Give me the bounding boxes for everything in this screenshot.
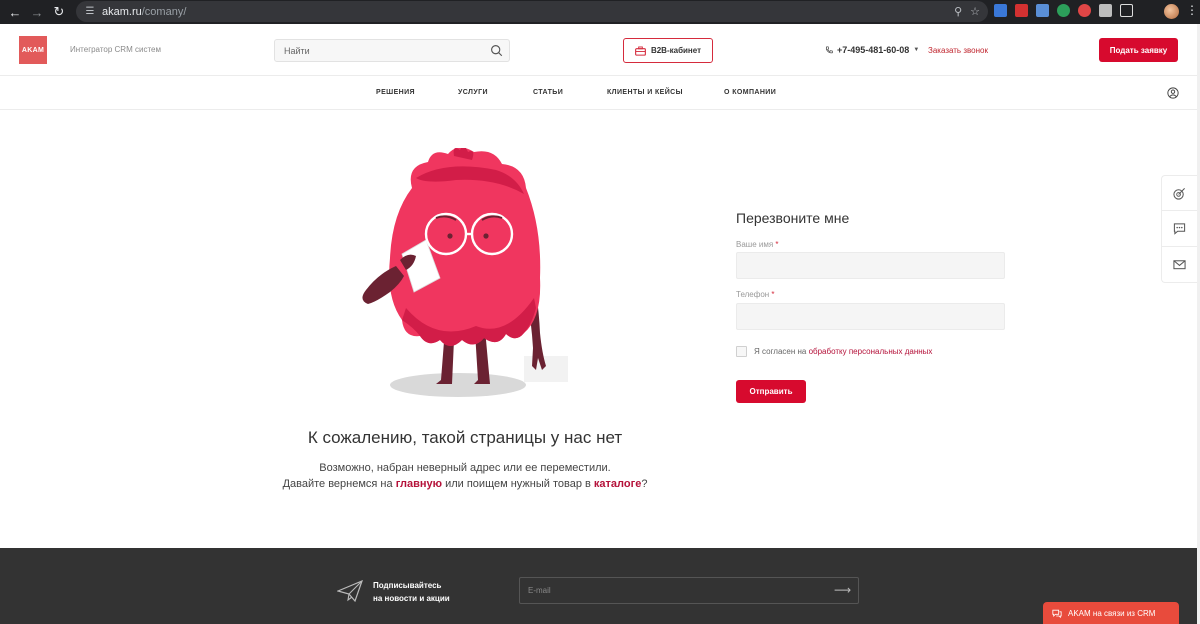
site-header: AKAM Интегратор CRM систем B2B-кабинет +… bbox=[0, 24, 1197, 76]
home-link[interactable]: главную bbox=[396, 478, 442, 490]
logo[interactable]: AKAM bbox=[19, 36, 47, 64]
divider bbox=[1162, 210, 1198, 211]
main-nav: РЕШЕНИЯ УСЛУГИ СТАТЬИ КЛИЕНТЫ И КЕЙСЫ О … bbox=[0, 77, 1197, 110]
b2b-cabinet-button[interactable]: B2B-кабинет bbox=[623, 38, 713, 63]
phone-icon bbox=[825, 46, 833, 54]
subscribe-line-2: на новости и акции bbox=[373, 594, 450, 603]
extension-icon[interactable] bbox=[1015, 4, 1028, 17]
extension-icon[interactable] bbox=[1036, 4, 1049, 17]
url-path: /comany/ bbox=[141, 5, 187, 18]
url-host: akam.ru bbox=[102, 5, 142, 18]
mail-icon[interactable] bbox=[1173, 258, 1186, 271]
phone-label: Телефон * bbox=[736, 290, 775, 299]
search-box bbox=[274, 39, 510, 62]
error-text-part: или поищем нужный товар в bbox=[442, 478, 594, 490]
catalog-link[interactable]: каталоге bbox=[594, 478, 641, 490]
phone-text: +7-495-481-60-08 bbox=[837, 45, 910, 55]
extensions-bar bbox=[994, 4, 1133, 17]
browser-toolbar: ← → ↻ ☰ akam.ru/comany/ ⚲ ☆ ⋮ bbox=[0, 0, 1200, 24]
chat-widget-button[interactable]: AKAM на связи из CRM bbox=[1043, 602, 1179, 624]
site-info-icon[interactable]: ☰ bbox=[80, 6, 100, 17]
apply-button[interactable]: Подать заявку bbox=[1099, 38, 1178, 62]
zoom-icon[interactable]: ⚲ bbox=[954, 5, 962, 18]
privacy-link[interactable]: обработку персональных данных bbox=[809, 347, 933, 356]
consent-row: Я согласен на обработку персональных дан… bbox=[736, 346, 932, 357]
b2b-label: B2B-кабинет bbox=[650, 46, 702, 55]
phone-label-text: Телефон bbox=[736, 290, 770, 299]
profile-avatar[interactable] bbox=[1164, 4, 1179, 19]
back-icon[interactable]: ← bbox=[4, 1, 26, 23]
site-footer: Подписывайтесь на новости и акции ⟶ bbox=[0, 548, 1197, 624]
floating-tools bbox=[1161, 175, 1198, 283]
name-label-text: Ваше имя bbox=[736, 240, 774, 249]
tagline: Интегратор CRM систем bbox=[70, 45, 161, 54]
search-input[interactable] bbox=[275, 40, 475, 61]
error-text-part: Давайте вернемся на bbox=[282, 478, 396, 490]
logo-text: AKAM bbox=[21, 46, 45, 54]
name-field[interactable] bbox=[736, 252, 1005, 279]
paper-plane-icon bbox=[337, 580, 363, 602]
address-bar[interactable]: ☰ akam.ru/comany/ ⚲ ☆ bbox=[76, 1, 988, 22]
extension-icon[interactable] bbox=[994, 4, 1007, 17]
subscribe-text: Подписывайтесь на новости и акции bbox=[373, 579, 450, 605]
nav-item-clients[interactable]: КЛИЕНТЫ И КЕЙСЫ bbox=[607, 89, 683, 96]
extension-icon[interactable] bbox=[1099, 4, 1112, 17]
chat-icon bbox=[1052, 609, 1062, 618]
email-input[interactable] bbox=[519, 577, 859, 604]
chevron-down-icon[interactable]: ▼ bbox=[913, 47, 919, 53]
subscribe-line-1: Подписывайтесь bbox=[373, 581, 442, 590]
required-mark: * bbox=[775, 240, 779, 249]
phone-number[interactable]: +7-495-481-60-08 ▼ bbox=[825, 45, 919, 55]
required-mark: * bbox=[771, 290, 775, 299]
extension-icon[interactable] bbox=[1057, 4, 1070, 17]
consent-label: Я согласен на обработку персональных дан… bbox=[754, 347, 932, 356]
extension-icon[interactable] bbox=[1078, 4, 1091, 17]
form-title: Перезвоните мне bbox=[736, 210, 850, 226]
chat-bubble-icon[interactable] bbox=[1173, 222, 1186, 235]
nav-item-services[interactable]: УСЛУГИ bbox=[458, 89, 488, 96]
monster-illustration bbox=[362, 148, 568, 397]
error-description: Возможно, набран неверный адрес или ее п… bbox=[0, 460, 930, 492]
divider bbox=[1162, 246, 1198, 247]
url-text: akam.ru/comany/ bbox=[102, 6, 186, 18]
submit-button[interactable]: Отправить bbox=[736, 380, 806, 403]
error-line-2: Давайте вернемся на главную или поищем н… bbox=[0, 476, 930, 492]
nav-item-articles[interactable]: СТАТЬИ bbox=[533, 89, 563, 96]
callback-link[interactable]: Заказать звонок bbox=[928, 46, 988, 55]
target-icon[interactable] bbox=[1173, 187, 1186, 200]
search-icon[interactable] bbox=[490, 44, 503, 57]
name-label: Ваше имя * bbox=[736, 240, 779, 249]
bookmark-star-icon[interactable]: ☆ bbox=[970, 5, 980, 18]
error-text-part: ? bbox=[641, 478, 648, 490]
error-line-1: Возможно, набран неверный адрес или ее п… bbox=[319, 462, 611, 474]
menu-kebab-icon[interactable]: ⋮ bbox=[1186, 3, 1198, 17]
puzzle-icon[interactable] bbox=[1120, 4, 1133, 17]
nav-item-about[interactable]: О КОМПАНИИ bbox=[724, 89, 776, 96]
forward-icon[interactable]: → bbox=[26, 1, 48, 23]
error-title: К сожалению, такой страницы у нас нет bbox=[307, 428, 623, 447]
subscribe-arrow-icon[interactable]: ⟶ bbox=[834, 583, 851, 597]
nav-item-solutions[interactable]: РЕШЕНИЯ bbox=[376, 89, 415, 96]
briefcase-icon bbox=[635, 46, 646, 56]
consent-text: Я согласен на bbox=[754, 347, 809, 356]
user-account-icon[interactable] bbox=[1167, 87, 1179, 99]
consent-checkbox[interactable] bbox=[736, 346, 747, 357]
chat-label: AKAM на связи из CRM bbox=[1068, 608, 1156, 618]
phone-field[interactable] bbox=[736, 303, 1005, 330]
reload-icon[interactable]: ↻ bbox=[48, 1, 70, 23]
